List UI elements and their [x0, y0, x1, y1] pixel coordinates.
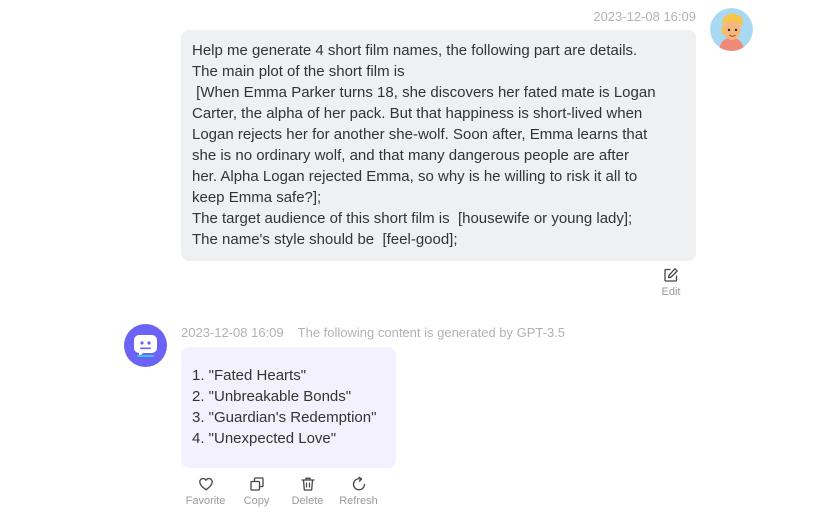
copy-button[interactable]: Copy	[231, 476, 282, 507]
refresh-label: Refresh	[339, 495, 378, 507]
copy-label: Copy	[243, 495, 270, 507]
user-message-line: keep Emma safe?];	[192, 189, 322, 206]
edit-button[interactable]: Edit	[657, 267, 685, 298]
bot-message-actions: Favorite Copy Delete Refresh	[180, 476, 384, 507]
heart-icon	[198, 477, 213, 491]
user-message-timestamp: 2023-12-08 16:09	[593, 9, 696, 24]
user-avatar-icon	[710, 8, 753, 51]
edit-label: Edit	[661, 286, 681, 298]
favorite-label: Favorite	[185, 495, 226, 507]
generated-by-note: The following content is generated by GP…	[297, 325, 566, 340]
bot-message-line: 2. "Unbreakable Bonds"	[192, 388, 352, 405]
edit-icon	[664, 268, 678, 282]
user-message-line: [When Emma Parker turns 18, she discover…	[192, 84, 656, 101]
bot-message-line: 4. "Unexpected Love"	[192, 430, 337, 447]
delete-label: Delete	[291, 495, 324, 507]
refresh-button[interactable]: Refresh	[333, 476, 384, 507]
user-message-line: her. Alpha Logan rejected Emma, so why i…	[192, 168, 638, 185]
delete-button[interactable]: Delete	[282, 476, 333, 507]
user-message-line: The target audience of this short film i…	[192, 210, 633, 227]
user-message-line: Help me generate 4 short film names, the…	[192, 42, 638, 59]
user-message-line: she is no ordinary wolf, and that many d…	[192, 147, 629, 164]
copy-icon	[249, 477, 264, 491]
user-message-bubble: Help me generate 4 short film names, the…	[181, 30, 696, 261]
refresh-icon	[352, 476, 365, 491]
favorite-button[interactable]: Favorite	[180, 476, 231, 507]
user-message-line: Logan rejects her for another she-wolf. …	[192, 126, 648, 143]
bot-message-line: 1. "Fated Hearts"	[192, 367, 307, 384]
bot-message-timestamp: 2023-12-08 16:09	[181, 325, 284, 340]
bot-message-line: 3. "Guardian's Redemption"	[192, 409, 377, 426]
user-message-line: The name's style should be [feel-good];	[192, 231, 458, 248]
trash-icon	[300, 477, 315, 491]
bot-message-bubble: 1. "Fated Hearts" 2. "Unbreakable Bonds"…	[181, 347, 396, 468]
bot-avatar-icon	[124, 324, 167, 367]
bot-message-meta: 2023-12-08 16:09 The following content is…	[181, 325, 565, 340]
user-message-line: Carter, the alpha of her pack. But that …	[192, 105, 643, 122]
user-message-line: The main plot of the short film is	[192, 63, 405, 80]
